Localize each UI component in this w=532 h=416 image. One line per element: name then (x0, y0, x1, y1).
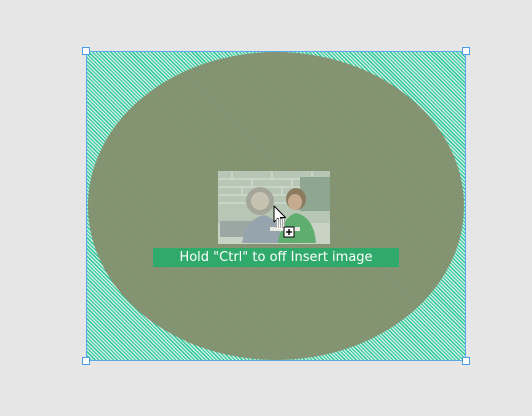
resize-handle-bottom-left[interactable] (82, 357, 90, 365)
arrow-copy-cursor-icon (273, 205, 297, 239)
editor-canvas[interactable]: Hold "Ctrl" to off Insert image (0, 0, 532, 416)
resize-handle-top-right[interactable] (462, 47, 470, 55)
insert-hint-banner: Hold "Ctrl" to off Insert image (153, 248, 399, 267)
resize-handle-bottom-right[interactable] (462, 357, 470, 365)
resize-handle-top-left[interactable] (82, 47, 90, 55)
